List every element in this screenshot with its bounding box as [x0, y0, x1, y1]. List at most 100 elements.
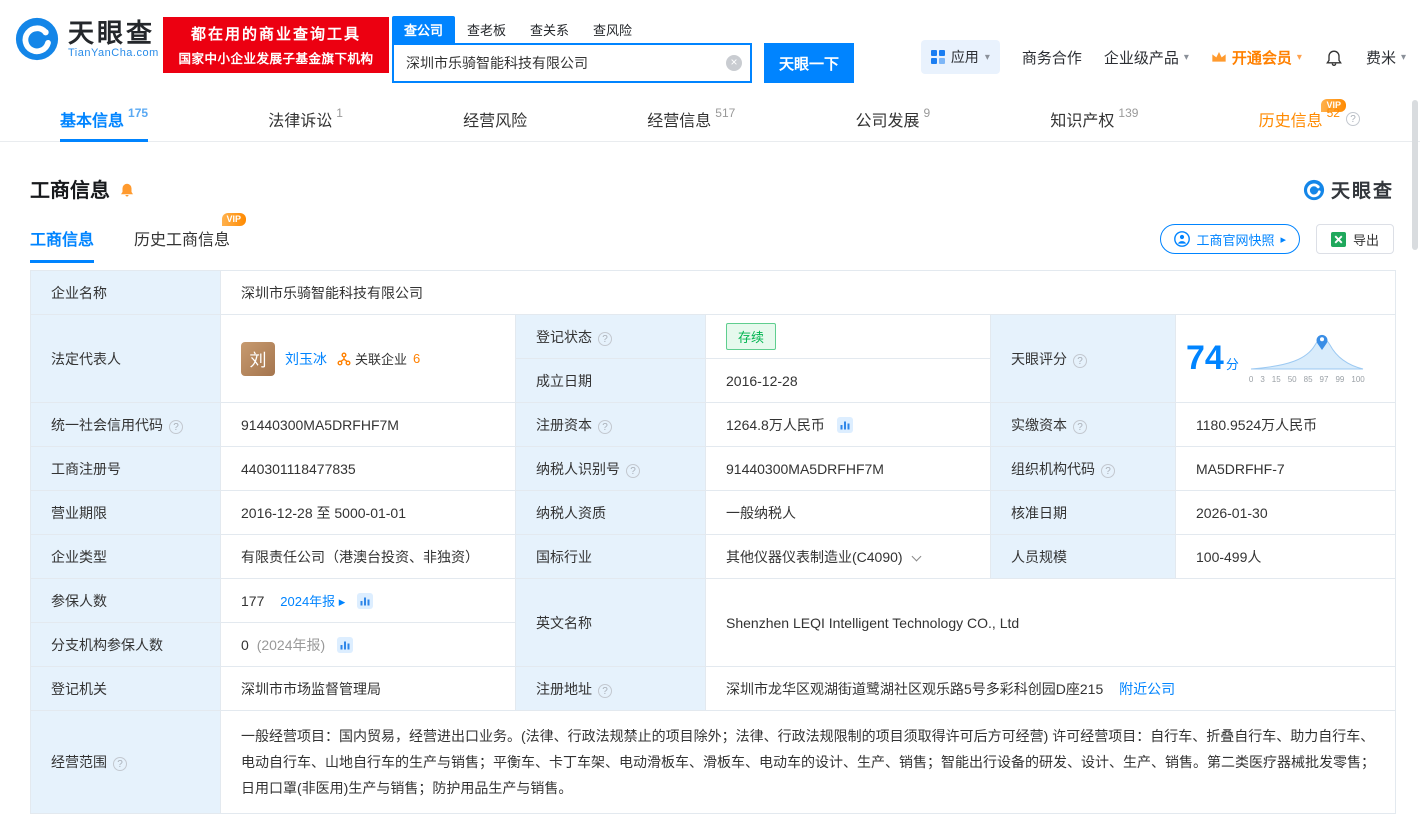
taxpayer-id-label: 纳税人识别号? — [515, 446, 706, 491]
vip-upgrade-label: 开通会员 — [1231, 49, 1292, 67]
paid-capital-label: 实缴资本? — [990, 402, 1176, 447]
staff-size-value: 100-499人 — [1174, 534, 1397, 579]
subscribe-bell-icon[interactable] — [118, 180, 136, 198]
brand-name: 天眼查 — [68, 17, 156, 48]
search-input-wrap: × — [392, 43, 752, 83]
enterprise-product-menu[interactable]: 企业级产品 ▾ — [1104, 47, 1189, 68]
snapshot-person-icon — [1174, 231, 1191, 247]
org-code-value: MA5DRFHF-7 — [1174, 446, 1397, 491]
help-icon[interactable]: ? — [169, 419, 183, 434]
score-value: 74 分 — [1186, 339, 1239, 377]
related-label: 关联企业 — [355, 352, 408, 367]
row-legal-rep: 法定代表人 刘 刘玉冰 关联企业 6 登记状态? 存续 天眼评分 ? 74 分 … — [30, 314, 1397, 403]
tab-label: 基本信息 — [60, 112, 125, 130]
promo-banner-line1: 都在用的商业查询工具 — [190, 26, 361, 43]
business-term-label: 营业期限 — [30, 490, 221, 535]
header-right-nav: 应用 ▾ 商务合作 企业级产品 ▾ 开通会员 ▾ 费米 ▾ — [920, 40, 1406, 74]
establish-date-label: 成立日期 — [515, 358, 706, 403]
tab-operating-risk[interactable]: 经营风险 — [463, 96, 527, 141]
tianyancha-logo-icon — [15, 17, 59, 61]
tab-basic-info[interactable]: 基本信息 175 — [60, 96, 149, 142]
help-icon[interactable]: ? — [598, 683, 612, 698]
score-distribution-curve — [1250, 334, 1363, 370]
arrow-right-icon: ▸ — [1280, 233, 1286, 246]
help-icon[interactable]: ? — [1073, 353, 1087, 368]
establish-date-value: 2016-12-28 — [705, 358, 991, 403]
enterprise-product-label: 企业级产品 — [1103, 49, 1179, 67]
search-input[interactable] — [392, 43, 752, 83]
search-area: 查公司 查老板 查关系 查风险 × 天眼一下 — [392, 16, 854, 83]
search-tab-risk[interactable]: 查风险 — [581, 16, 644, 43]
score-cell: 74 分 03 15 50 85 97 99 100 — [1174, 314, 1397, 403]
tab-history-info[interactable]: VIP 历史信息 52 ? — [1259, 96, 1360, 141]
search-tab-boss[interactable]: 查老板 — [455, 16, 518, 43]
tab-count: 9 — [923, 105, 931, 120]
subtab-history-business-info[interactable]: VIP 历史工商信息 — [134, 213, 247, 263]
export-label: 导出 — [1352, 232, 1379, 248]
legal-rep-label: 法定代表人 — [30, 314, 221, 403]
annual-report-note: (2024年报) — [256, 636, 326, 653]
search-tab-relation[interactable]: 查关系 — [518, 16, 581, 43]
subtabs: 工商信息 VIP 历史工商信息 — [30, 213, 247, 263]
help-icon[interactable]: ? — [598, 331, 612, 346]
apps-menu[interactable]: 应用 ▾ — [920, 40, 1000, 74]
search-tab-company[interactable]: 查公司 — [392, 16, 456, 43]
help-icon[interactable]: ? — [1073, 419, 1087, 434]
grid-icon — [930, 50, 945, 64]
tianyancha-logo[interactable]: 天眼查 TianYanCha.com — [14, 16, 159, 62]
tab-company-development[interactable]: 公司发展 9 — [856, 96, 931, 141]
insured-chart-icon[interactable] — [357, 593, 374, 609]
industry-label: 国标行业 — [515, 534, 706, 579]
row-business-scope: 经营范围? 一般经营项目：国内贸易，经营进出口业务。(法律、行政法规禁止的项目除… — [30, 710, 1397, 814]
legal-rep-avatar[interactable]: 刘 — [241, 341, 275, 376]
company-name-label: 企业名称 — [30, 270, 221, 315]
tab-intellectual-property[interactable]: 知识产权 139 — [1050, 96, 1138, 141]
user-menu[interactable]: 费米 ▾ — [1366, 47, 1406, 68]
main-tabbar: 基本信息 175 法律诉讼 1 经营风险 经营信息 517 公司发展 9 知识产… — [0, 96, 1420, 142]
apps-label: 应用 — [950, 49, 979, 65]
reg-number-value: 440301118477835 — [220, 446, 516, 491]
help-icon[interactable]: ? — [626, 463, 640, 478]
row-company-name: 企业名称 深圳市乐骑智能科技有限公司 — [30, 270, 1397, 315]
help-icon[interactable]: ? — [1101, 463, 1115, 478]
capital-chart-icon[interactable] — [836, 416, 853, 433]
approval-date-value: 2026-01-30 — [1174, 490, 1397, 535]
tab-operating-info[interactable]: 经营信息 517 — [647, 96, 735, 141]
reg-address-label: 注册地址? — [515, 666, 706, 711]
legal-rep-link[interactable]: 刘玉冰 — [285, 349, 327, 369]
branch-insured-cell: 0 (2024年报) — [220, 622, 516, 667]
taxpayer-quality-label: 纳税人资质 — [515, 490, 706, 535]
tianyancha-watermark-icon — [1303, 179, 1325, 200]
chevron-down-icon[interactable] — [911, 551, 922, 561]
subtab-business-info[interactable]: 工商信息 — [30, 226, 95, 263]
nearby-companies-link[interactable]: 附近公司 — [1119, 681, 1175, 697]
scrollbar[interactable] — [1412, 100, 1418, 250]
export-button[interactable]: 导出 — [1315, 224, 1394, 254]
biz-coop-link[interactable]: 商务合作 — [1022, 47, 1082, 68]
help-icon[interactable]: ? — [113, 757, 127, 771]
search-button[interactable]: 天眼一下 — [764, 43, 854, 83]
help-icon[interactable]: ? — [1345, 111, 1360, 126]
tab-label: 经营风险 — [463, 112, 528, 130]
branch-insured-chart-icon[interactable] — [337, 636, 354, 653]
tab-count: 175 — [128, 105, 149, 120]
annual-report-link[interactable]: 2024年报 ▸ — [280, 594, 345, 609]
help-icon[interactable]: ? — [598, 419, 612, 434]
row-reg-number: 工商注册号 440301118477835 纳税人识别号? 91440300MA… — [30, 446, 1397, 491]
notification-bell[interactable] — [1324, 47, 1344, 67]
tab-label: 历史信息 — [1258, 112, 1323, 130]
reg-status-cell: 存续 — [705, 314, 991, 359]
credit-code-label: 统一社会信用代码? — [30, 402, 221, 447]
clear-search-icon[interactable]: × — [726, 55, 742, 71]
related-companies-link[interactable]: 关联企业 6 — [337, 349, 420, 368]
taxpayer-quality-value: 一般纳税人 — [705, 490, 991, 535]
brand-domain: TianYanCha.com — [68, 47, 159, 60]
vip-upgrade-menu[interactable]: 开通会员 ▾ — [1211, 47, 1302, 68]
biz-coop-label: 商务合作 — [1021, 49, 1082, 67]
tab-label: 公司发展 — [855, 112, 920, 130]
industry-cell: 其他仪器仪表制造业(C4090) — [705, 534, 991, 579]
subtab-label: 历史工商信息 — [134, 232, 231, 249]
official-snapshot-button[interactable]: 工商官网快照 ▸ — [1160, 224, 1300, 254]
tab-legal-proceedings[interactable]: 法律诉讼 1 — [268, 96, 343, 141]
business-scope-label: 经营范围? — [30, 710, 221, 814]
